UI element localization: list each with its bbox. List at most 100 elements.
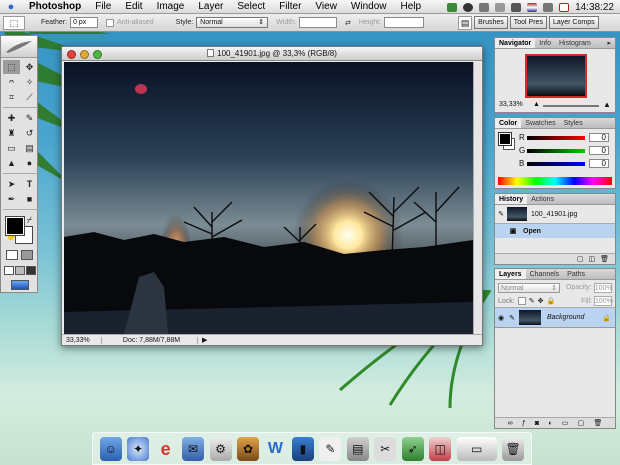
history-state-row[interactable]: ▣ Open	[495, 224, 615, 238]
vertical-scrollbar[interactable]	[473, 62, 482, 334]
calendar-icon[interactable]	[559, 2, 570, 12]
new-snapshot-icon[interactable]: ◫	[588, 255, 595, 263]
pen-tool-icon[interactable]: ✒	[3, 192, 20, 206]
tab-navigator[interactable]: Navigator	[495, 38, 536, 48]
style-select[interactable]: Normal ⇕	[196, 17, 269, 28]
navigator-thumbnail[interactable]	[525, 54, 587, 98]
menu-window[interactable]: Window	[344, 1, 394, 12]
trash-icon[interactable]: 🗑	[502, 437, 525, 461]
close-button[interactable]	[67, 50, 76, 59]
battery-icon[interactable]	[543, 2, 554, 12]
tab-color[interactable]: Color	[495, 118, 522, 128]
display-icon[interactable]	[447, 2, 458, 12]
feather-app-icon[interactable]: ➶	[401, 437, 424, 461]
menu-edit[interactable]: Edit	[118, 1, 149, 12]
notes-icon[interactable]: ✎	[319, 437, 342, 461]
new-document-from-state-icon[interactable]: ▢	[577, 255, 584, 263]
new-group-icon[interactable]: ▭	[562, 419, 569, 427]
document-titlebar[interactable]: 100_41901.jpg @ 33,3% (RGB/8)	[62, 47, 482, 61]
lock-position-icon[interactable]: ✥	[538, 297, 544, 305]
bluetooth-icon[interactable]	[495, 2, 506, 12]
quick-mask-icon[interactable]	[21, 250, 33, 260]
height-input[interactable]	[384, 17, 425, 28]
green-value-input[interactable]: 0	[589, 146, 609, 155]
path-selection-tool-icon[interactable]: ➤	[3, 177, 20, 191]
tab-tool-presets[interactable]: Tool Pres	[509, 16, 547, 29]
eraser-tool-icon[interactable]: ▭	[3, 141, 20, 155]
menu-image[interactable]: Image	[150, 1, 192, 12]
layer-brush-icon[interactable]: ✎	[507, 314, 517, 322]
width-input[interactable]	[299, 17, 338, 28]
clone-stamp-tool-icon[interactable]: ♜	[3, 126, 20, 140]
marquee-tool-preset-icon[interactable]: ⬚	[3, 15, 25, 30]
zoom-out-icon[interactable]: ▲	[533, 101, 540, 108]
tab-actions[interactable]: Actions	[527, 194, 558, 204]
healing-brush-tool-icon[interactable]: ✚	[3, 111, 20, 125]
new-layer-icon[interactable]: ▢	[578, 419, 585, 427]
tab-styles[interactable]: Styles	[560, 118, 587, 128]
tab-swatches[interactable]: Swatches	[521, 118, 559, 128]
file-browser-icon[interactable]: ▤	[458, 15, 473, 30]
zoom-slider[interactable]	[543, 105, 599, 107]
minimized-window-icon[interactable]: ▭	[456, 437, 497, 461]
marquee-tool-icon[interactable]: ⬚	[3, 60, 20, 74]
printer-icon[interactable]: ▤	[346, 437, 369, 461]
book-icon[interactable]: ▮	[291, 437, 314, 461]
clock[interactable]: 14:38:22	[575, 2, 614, 13]
layer-style-icon[interactable]: ƒ	[522, 420, 526, 427]
jump-to-imageready-icon[interactable]	[11, 280, 29, 290]
layer-mask-icon[interactable]: ◙	[535, 420, 539, 427]
fill-input[interactable]: 100%	[594, 296, 613, 306]
blue-slider[interactable]	[527, 161, 585, 166]
mail-icon[interactable]: ✦	[127, 437, 150, 461]
flag-icon[interactable]	[527, 2, 538, 12]
type-tool-icon[interactable]: T	[21, 177, 38, 191]
apple-menu-icon[interactable]: ●	[0, 1, 22, 13]
lock-transparency-icon[interactable]	[517, 297, 526, 305]
swap-icon[interactable]: ⇄	[345, 19, 351, 27]
volume-icon[interactable]	[511, 2, 522, 12]
gradient-tool-icon[interactable]: ▤	[21, 141, 38, 155]
opacity-input[interactable]: 100%	[593, 282, 613, 293]
menu-view[interactable]: View	[308, 1, 344, 12]
menu-app-photoshop[interactable]: Photoshop	[22, 1, 88, 12]
photoshop-icon[interactable]: ✿	[236, 437, 259, 461]
tab-info[interactable]: Info	[535, 38, 555, 48]
tab-histogram[interactable]: Histogram	[555, 38, 595, 48]
quick-mask-standard-icon[interactable]	[6, 250, 18, 260]
word-icon[interactable]: W	[264, 437, 286, 461]
tab-brushes[interactable]: Brushes	[474, 16, 508, 29]
image-canvas[interactable]	[64, 62, 473, 334]
internet-explorer-icon[interactable]: e	[155, 437, 177, 461]
tab-history[interactable]: History	[495, 194, 528, 204]
adjustment-layer-icon[interactable]: ◐	[548, 420, 552, 427]
juice-cup-icon[interactable]: ◫	[429, 437, 452, 461]
tab-channels[interactable]: Channels	[526, 269, 564, 279]
crop-tool-icon[interactable]: ⌗	[3, 90, 20, 104]
lock-image-icon[interactable]: ✎	[529, 297, 535, 305]
menu-file[interactable]: File	[88, 1, 118, 12]
screen-mode-standard-icon[interactable]	[4, 266, 14, 275]
toolbox-header[interactable]	[1, 36, 37, 58]
feather-input[interactable]: 0 px	[70, 17, 99, 28]
lasso-tool-icon[interactable]: ᴖ	[3, 75, 20, 89]
layer-visibility-eye-icon[interactable]: ◉	[495, 314, 507, 322]
history-brush-tool-icon[interactable]: ↺	[21, 126, 38, 140]
tab-layer-comps[interactable]: Layer Comps	[548, 16, 599, 29]
menu-layer[interactable]: Layer	[191, 1, 230, 12]
menu-filter[interactable]: Filter	[272, 1, 308, 12]
zoom-field[interactable]: 33,33%	[62, 336, 102, 344]
tab-paths[interactable]: Paths	[563, 269, 589, 279]
zoom-in-icon[interactable]: ▲	[603, 100, 611, 109]
menu-select[interactable]: Select	[230, 1, 272, 12]
blend-mode-select[interactable]: Normal ⇕	[498, 282, 560, 293]
minimize-button[interactable]	[80, 50, 89, 59]
magic-wand-tool-icon[interactable]: ✧	[21, 75, 38, 89]
foreground-color-swatch[interactable]	[5, 216, 25, 236]
slice-tool-icon[interactable]: ⟋	[21, 90, 38, 104]
move-tool-icon[interactable]: ✥	[21, 60, 38, 74]
airport-icon[interactable]	[463, 2, 474, 12]
sync-icon[interactable]	[479, 2, 490, 12]
layer-row-background[interactable]: ◉ ✎ Background 🔒	[495, 308, 615, 328]
delete-layer-icon[interactable]: 🗑	[593, 419, 602, 427]
